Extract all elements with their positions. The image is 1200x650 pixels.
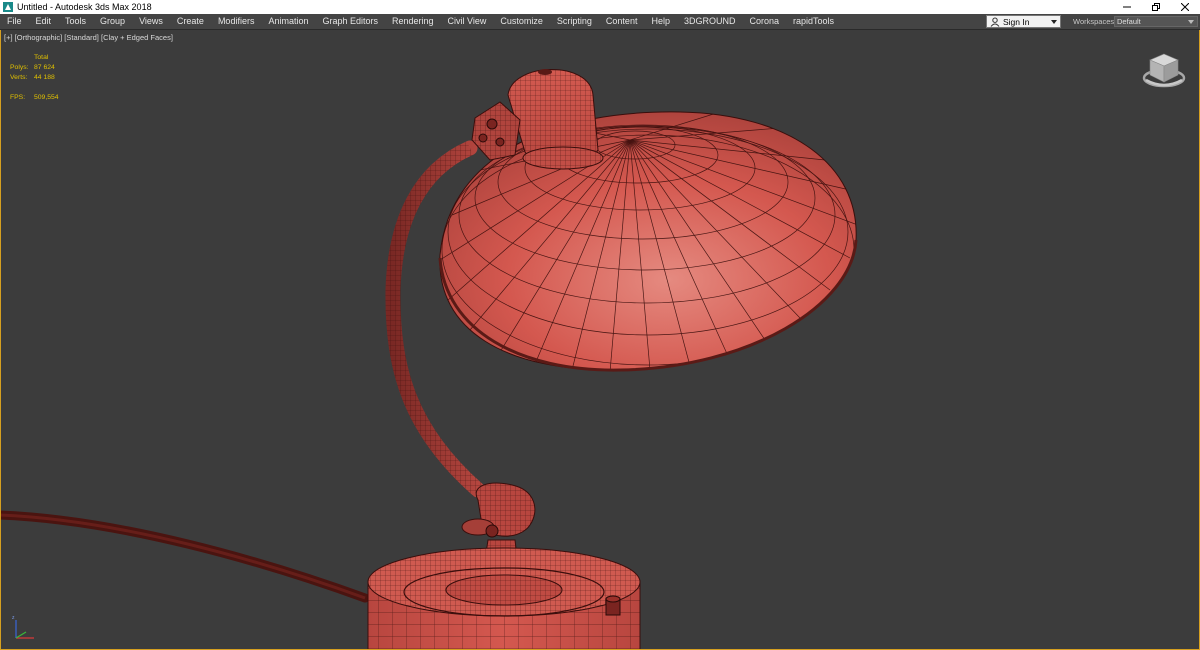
window-title: Untitled - Autodesk 3ds Max 2018 [17,2,152,12]
menu-views[interactable]: Views [132,14,170,29]
close-button[interactable] [1170,0,1200,14]
menu-rapidtools[interactable]: rapidTools [786,14,841,29]
lamp-model[interactable] [0,30,1200,650]
polys-label: Polys: [10,64,29,71]
viewport-point-of-view-menu[interactable]: [Orthographic] [15,33,63,42]
restore-icon [1152,3,1160,11]
minimize-button[interactable] [1112,0,1142,14]
axis-tripod-icon: z [12,615,34,639]
viewport-general-menu[interactable]: [+] [4,33,13,42]
menu-content[interactable]: Content [599,14,645,29]
fps-label: FPS: [10,94,26,101]
workspaces-dropdown[interactable]: Default [1114,16,1198,27]
verts-value: 44 188 [34,74,55,81]
main-menu: File Edit Tools Group Views Create Modif… [0,14,841,29]
fps-value: 509,554 [34,94,59,101]
chevron-down-icon [1188,20,1194,24]
workspaces-value: Default [1117,17,1141,26]
menu-rendering[interactable]: Rendering [385,14,441,29]
lamp-base [367,547,641,650]
viewcube-icon[interactable] [1141,50,1187,90]
sign-in-label: Sign In [1003,16,1030,27]
menu-create[interactable]: Create [170,14,211,29]
menu-modifiers[interactable]: Modifiers [211,14,262,29]
menu-graph-editors[interactable]: Graph Editors [315,14,385,29]
menu-edit[interactable]: Edit [29,14,59,29]
power-cord [0,510,370,603]
menu-tools[interactable]: Tools [58,14,93,29]
stats-header: Total [34,54,49,61]
menu-customize[interactable]: Customize [493,14,550,29]
viewport-standard-menu[interactable]: [Standard] [64,33,99,42]
minimize-icon [1123,6,1131,8]
user-icon [990,17,1000,27]
menu-3dground[interactable]: 3DGROUND [677,14,743,29]
menu-bar: File Edit Tools Group Views Create Modif… [0,14,1200,30]
3ds-max-icon [3,2,13,12]
svg-text:z: z [12,615,15,621]
sign-in-dropdown[interactable]: Sign In [986,15,1061,28]
workspaces-label: Workspaces: [1073,17,1117,26]
viewport-shading-menu[interactable]: [Clay + Edged Faces] [101,33,173,42]
polys-value: 87 624 [34,64,55,71]
menu-scripting[interactable]: Scripting [550,14,599,29]
menu-group[interactable]: Group [93,14,132,29]
title-bar: Untitled - Autodesk 3ds Max 2018 [0,0,1200,14]
menu-corona[interactable]: Corona [742,14,786,29]
viewport-label-menu: [+] [Orthographic] [Standard] [Clay + Ed… [4,33,173,42]
menu-help[interactable]: Help [644,14,677,29]
restore-button[interactable] [1141,0,1171,14]
menu-civil-view[interactable]: Civil View [441,14,494,29]
verts-label: Verts: [10,74,28,81]
close-icon [1181,3,1189,11]
chevron-down-icon [1051,20,1057,24]
menu-animation[interactable]: Animation [261,14,315,29]
perspective-viewport[interactable]: [+] [Orthographic] [Standard] [Clay + Ed… [0,30,1200,650]
menu-file[interactable]: File [0,14,29,29]
